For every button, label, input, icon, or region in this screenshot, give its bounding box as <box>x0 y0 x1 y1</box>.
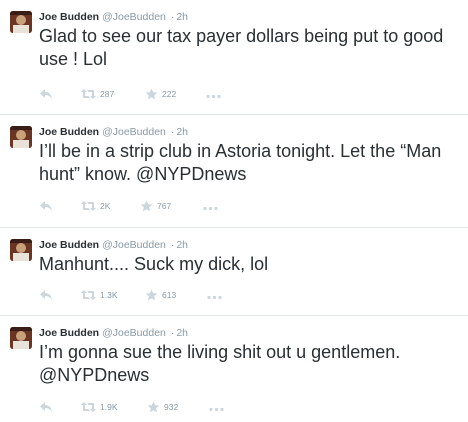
retweet-button[interactable]: 1.3K <box>81 289 118 301</box>
star-icon <box>147 401 160 413</box>
favorite-count: 767 <box>157 201 172 211</box>
more-icon <box>207 295 222 300</box>
separator-dot: · <box>170 11 175 23</box>
user-handle[interactable]: @JoeBudden <box>102 126 166 138</box>
avatar[interactable] <box>10 327 32 349</box>
user-name[interactable]: Joe Budden <box>39 239 99 251</box>
avatar[interactable] <box>10 11 32 33</box>
tweet[interactable]: Joe Budden @JoeBudden · 2h I’m gonna sue t… <box>0 316 468 422</box>
more-icon <box>203 206 218 211</box>
retweet-button[interactable]: 1.9K <box>81 401 118 413</box>
user-name[interactable]: Joe Budden <box>39 327 99 339</box>
favorite-count: 222 <box>162 89 177 99</box>
tweet[interactable]: Joe Budden @JoeBudden · 2h I’ll be in a st… <box>0 115 468 228</box>
separator-dot: · <box>170 239 175 251</box>
favorite-button[interactable]: 932 <box>147 401 178 413</box>
favorite-button[interactable]: 613 <box>145 289 176 301</box>
avatar[interactable] <box>10 239 32 261</box>
timestamp[interactable]: 2h <box>176 126 188 138</box>
star-icon <box>140 200 153 212</box>
retweet-icon <box>81 402 96 412</box>
tweet-text: I’ll be in a strip club in Astoria tonig… <box>39 141 442 184</box>
favorite-count: 613 <box>162 290 177 300</box>
reply-button[interactable] <box>39 401 53 413</box>
more-icon <box>206 94 221 99</box>
reply-icon <box>40 201 52 211</box>
more-button[interactable] <box>209 404 224 414</box>
tweet-header: Joe Budden @JoeBudden · 2h <box>39 327 188 339</box>
tweet-header: Joe Budden @JoeBudden · 2h <box>39 126 188 138</box>
more-icon <box>209 407 224 412</box>
retweet-count: 287 <box>100 89 115 99</box>
reply-button[interactable] <box>39 289 53 301</box>
tweet[interactable]: Joe Budden @JoeBudden · 2h Glad to see our… <box>0 0 468 115</box>
user-handle[interactable]: @JoeBudden <box>102 11 166 23</box>
separator-dot: · <box>170 327 175 339</box>
tweet-text: Glad to see our tax payer dollars being … <box>39 26 444 69</box>
favorite-button[interactable]: 222 <box>145 88 176 100</box>
star-icon <box>145 88 158 100</box>
retweet-count: 1.9K <box>100 402 118 412</box>
more-button[interactable] <box>203 203 218 213</box>
reply-icon <box>40 402 52 412</box>
user-handle[interactable]: @JoeBudden <box>102 327 166 339</box>
tweet[interactable]: Joe Budden @JoeBudden · 2h Manhunt.... Suc… <box>0 228 468 316</box>
reply-button[interactable] <box>39 200 53 212</box>
favorite-count: 932 <box>164 402 179 412</box>
avatar[interactable] <box>10 126 32 148</box>
tweet-header: Joe Budden @JoeBudden · 2h <box>39 11 188 23</box>
user-name[interactable]: Joe Budden <box>39 11 99 23</box>
more-button[interactable] <box>207 292 222 302</box>
tweet-text: I’m gonna sue the living shit out u gent… <box>39 342 401 385</box>
timestamp[interactable]: 2h <box>176 239 188 251</box>
user-handle[interactable]: @JoeBudden <box>102 239 166 251</box>
timestamp[interactable]: 2h <box>176 327 188 339</box>
tweet-header: Joe Budden @JoeBudden · 2h <box>39 239 188 251</box>
more-button[interactable] <box>206 91 221 101</box>
retweet-icon <box>81 290 96 300</box>
retweet-icon <box>81 89 96 99</box>
reply-icon <box>40 290 52 300</box>
separator-dot: · <box>170 126 175 138</box>
retweet-icon <box>81 201 96 211</box>
reply-button[interactable] <box>39 88 53 100</box>
retweet-button[interactable]: 2K <box>81 200 110 212</box>
tweet-text: Manhunt.... Suck my dick, lol <box>39 254 269 274</box>
retweet-count: 2K <box>100 201 111 211</box>
retweet-count: 1.3K <box>100 290 118 300</box>
reply-icon <box>40 89 52 99</box>
timestamp[interactable]: 2h <box>176 11 188 23</box>
user-name[interactable]: Joe Budden <box>39 126 99 138</box>
retweet-button[interactable]: 287 <box>81 88 114 100</box>
star-icon <box>145 289 158 301</box>
favorite-button[interactable]: 767 <box>140 200 171 212</box>
